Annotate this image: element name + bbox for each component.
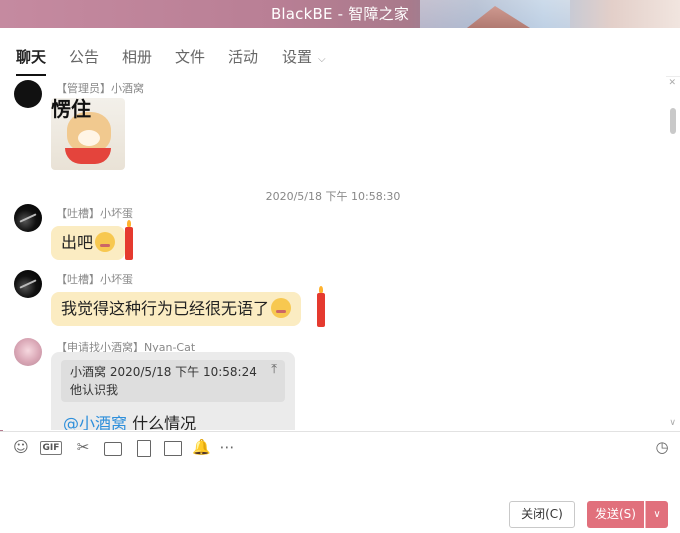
- meme-image[interactable]: 愣住: [51, 98, 125, 170]
- more-icon[interactable]: ⋯: [218, 438, 236, 456]
- sender-name: 【管理员】小酒窝: [56, 82, 144, 95]
- doge-muzzle: [78, 130, 100, 146]
- message-input[interactable]: [0, 462, 680, 533]
- file-icon[interactable]: [137, 440, 151, 457]
- scroll-up-icon[interactable]: ✕: [668, 78, 676, 88]
- meme-caption: 愣住: [51, 98, 91, 121]
- image-icon[interactable]: [164, 441, 182, 456]
- jump-to-quote-icon[interactable]: ⤒: [271, 362, 277, 377]
- sender-name: 【吐槽】小坏蛋: [56, 207, 133, 220]
- mention-link[interactable]: @小酒窝: [63, 414, 127, 430]
- bell-icon[interactable]: 🔔: [192, 438, 211, 456]
- reply-text-line: @小酒窝 什么情况: [63, 410, 196, 430]
- send-options-chevron-icon[interactable]: ∨: [645, 501, 668, 528]
- tab-files[interactable]: 文件: [175, 46, 205, 67]
- avatar[interactable]: [14, 204, 42, 232]
- chevron-down-icon: ⌵: [318, 54, 326, 65]
- message-timestamp: 2020/5/18 下午 10:58:30: [265, 190, 401, 203]
- window-title: BlackBE - 智障之家: [270, 5, 410, 23]
- quote-text: 他认识我: [70, 383, 119, 397]
- reply-bubble[interactable]: 小酒窝 2020/5/18 下午 10:58:24 他认识我 ⤒ @小酒窝 什么…: [51, 352, 295, 430]
- sweat-emoji-icon: [271, 297, 292, 318]
- scrollbar-thumb[interactable]: [670, 108, 676, 134]
- message-text: 我觉得这种行为已经很无语了: [61, 299, 270, 318]
- tab-album[interactable]: 相册: [122, 46, 152, 67]
- quote-author-time: 小酒窝 2020/5/18 下午 10:58:24: [70, 365, 257, 379]
- tab-bar: 聊天 公告 相册 文件 活动 设置 ⌵: [0, 28, 680, 77]
- message-text: 出吧: [61, 233, 94, 252]
- tab-activity[interactable]: 活动: [228, 46, 258, 67]
- title-bar: BlackBE - 智障之家: [0, 0, 680, 28]
- tab-settings[interactable]: 设置 ⌵: [282, 46, 326, 67]
- message-text: 什么情况: [132, 414, 197, 430]
- avatar[interactable]: [14, 270, 42, 298]
- message-bubble[interactable]: 出吧: [51, 226, 126, 260]
- tab-announcement[interactable]: 公告: [69, 46, 99, 67]
- avatar[interactable]: [14, 80, 42, 108]
- scroll-down-icon[interactable]: ∨: [669, 418, 676, 428]
- candle-icon: [125, 220, 133, 260]
- message-list[interactable]: 【管理员】小酒窝 愣住 2020/5/18 下午 10:58:30 【吐槽】小坏…: [0, 76, 666, 430]
- quoted-message[interactable]: 小酒窝 2020/5/18 下午 10:58:24 他认识我 ⤒: [61, 360, 285, 402]
- candle-icon: [317, 286, 325, 327]
- emoji-icon[interactable]: ☺: [12, 438, 30, 456]
- tab-settings-label: 设置: [282, 48, 313, 66]
- gif-icon[interactable]: GIF: [40, 441, 62, 455]
- avatar[interactable]: [14, 338, 42, 366]
- watermelon: [65, 148, 111, 164]
- folder-icon[interactable]: [104, 442, 122, 456]
- sweat-emoji-icon: [95, 231, 116, 252]
- close-button[interactable]: 关闭(C): [509, 501, 575, 528]
- message-scrollbar[interactable]: ✕ ∨: [666, 76, 680, 430]
- message-bubble[interactable]: 我觉得这种行为已经很无语了: [51, 292, 302, 326]
- history-icon[interactable]: ◷: [653, 438, 671, 456]
- tab-chat[interactable]: 聊天: [16, 46, 47, 76]
- input-toolbar: ☺ GIF ✂ 🔔 ⋯ ◷: [0, 431, 680, 462]
- sender-name: 【吐槽】小坏蛋: [56, 273, 133, 286]
- scissors-icon[interactable]: ✂: [74, 438, 92, 456]
- send-button[interactable]: 发送(S): [587, 501, 644, 528]
